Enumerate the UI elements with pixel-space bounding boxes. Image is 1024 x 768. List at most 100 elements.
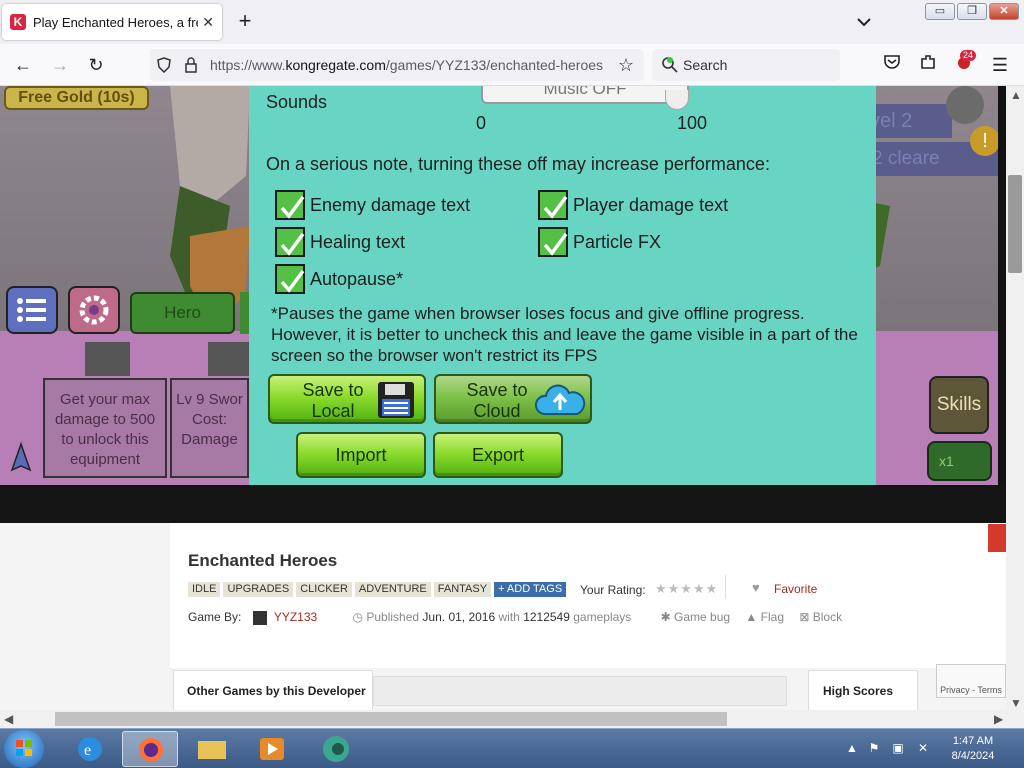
slider-max-label: 100 bbox=[677, 113, 708, 133]
tab-close-icon[interactable]: ✕ bbox=[202, 14, 214, 31]
game-info-card: Enchanted Heroes IDLE UPGRADES CLICKER A… bbox=[170, 523, 1006, 668]
skills-button[interactable]: Skills bbox=[929, 376, 989, 434]
tab-other-games[interactable]: Other Games by this Developer bbox=[173, 670, 373, 710]
tag-list: IDLE UPGRADES CLICKER ADVENTURE FANTASY … bbox=[188, 582, 567, 597]
divider bbox=[725, 575, 726, 599]
clock-icon: ◷ bbox=[352, 610, 364, 624]
tray-expand-icon[interactable]: ▲ bbox=[845, 741, 859, 755]
vertical-scrollbar-thumb[interactable] bbox=[1008, 175, 1022, 273]
add-tags-button[interactable]: + ADD TAGS bbox=[494, 582, 567, 597]
option-label: Particle FX bbox=[573, 231, 662, 252]
url-text[interactable]: https://www.kongregate.com/games/YYZ133/… bbox=[210, 57, 603, 73]
autopause-footnote: *Pauses the game when browser loses focu… bbox=[271, 304, 858, 365]
kongregate-favicon-icon: K bbox=[10, 14, 26, 30]
extensions-puzzle-icon[interactable] bbox=[915, 53, 941, 77]
tag-idle[interactable]: IDLE bbox=[188, 582, 221, 597]
heart-icon[interactable]: ♥ bbox=[752, 580, 760, 595]
search-placeholder: Search bbox=[683, 57, 728, 73]
block-icon: ⊠ bbox=[799, 610, 810, 624]
option-player-damage-text[interactable]: Player damage text bbox=[538, 190, 728, 220]
window-close-button[interactable]: ✕ bbox=[989, 3, 1019, 20]
red-corner-badge[interactable] bbox=[988, 524, 1006, 552]
upgrade-arrow-icon[interactable] bbox=[85, 342, 130, 376]
tag-adventure[interactable]: ADVENTURE bbox=[354, 582, 431, 597]
developer-avatar[interactable] bbox=[252, 610, 267, 625]
back-arrow-icon[interactable]: ← bbox=[10, 53, 36, 77]
chevron-down-icon bbox=[857, 18, 871, 27]
multiplier-button[interactable]: x1 bbox=[927, 441, 992, 481]
pocket-icon[interactable] bbox=[879, 53, 905, 77]
equipment-card-sword[interactable]: Lv 9 Swor Cost: Damage bbox=[170, 378, 249, 478]
scroll-right-icon[interactable]: ▶ bbox=[994, 712, 1003, 726]
minimize-button[interactable]: ▭ bbox=[925, 3, 955, 20]
checkbox-checked[interactable] bbox=[538, 227, 568, 257]
checkbox-checked[interactable] bbox=[275, 264, 305, 294]
game-settings-gear-icon[interactable] bbox=[68, 286, 120, 334]
block-link[interactable]: Block bbox=[813, 610, 842, 624]
equipment-card-locked[interactable]: Get your max damage to 500 to unlock thi… bbox=[43, 378, 167, 478]
free-gold-button[interactable]: Free Gold (10s) bbox=[4, 86, 149, 110]
network-icon[interactable]: ▣ bbox=[891, 741, 905, 755]
developer-link[interactable]: YYZ133 bbox=[274, 610, 317, 624]
new-tab-button[interactable]: + bbox=[233, 10, 257, 34]
import-button[interactable]: Import bbox=[296, 432, 426, 478]
bookmark-star-icon[interactable]: ☆ bbox=[613, 53, 639, 77]
internet-explorer-icon[interactable]: e bbox=[62, 731, 118, 767]
search-icon bbox=[662, 57, 678, 73]
tab-high-scores[interactable]: High Scores bbox=[808, 670, 918, 710]
music-toggle-button[interactable]: Music OFF bbox=[481, 86, 689, 104]
page-margin bbox=[0, 523, 170, 668]
option-autopause[interactable]: Autopause* bbox=[275, 264, 403, 294]
option-healing-text[interactable]: Healing text bbox=[275, 227, 405, 257]
save-to-cloud-button[interactable]: Save to Cloud bbox=[434, 374, 592, 424]
gameplays-count: 1212549 bbox=[523, 610, 570, 624]
favorite-link[interactable]: Favorite bbox=[774, 582, 817, 596]
file-explorer-icon[interactable] bbox=[184, 731, 240, 767]
list-all-tabs-button[interactable] bbox=[852, 11, 876, 33]
lock-icon[interactable] bbox=[183, 57, 199, 73]
app-icon[interactable] bbox=[308, 731, 364, 767]
flag-link[interactable]: Flag bbox=[761, 610, 784, 624]
alert-icon[interactable]: ! bbox=[970, 126, 1000, 156]
rating-stars[interactable]: ★★★★★ bbox=[655, 581, 718, 597]
tab-kongregate[interactable]: K Play Enchanted Heroes, a free o ✕ bbox=[2, 4, 222, 40]
rocket-icon[interactable] bbox=[4, 442, 38, 478]
flag-tray-icon[interactable]: ⚑ bbox=[867, 741, 881, 755]
tag-clicker[interactable]: CLICKER bbox=[296, 582, 352, 597]
sound-slider-handle[interactable] bbox=[665, 90, 689, 110]
forward-arrow-icon[interactable]: → bbox=[47, 53, 73, 77]
tag-upgrades[interactable]: UPGRADES bbox=[223, 582, 294, 597]
start-button[interactable] bbox=[4, 730, 44, 768]
checkmark-icon bbox=[543, 232, 568, 256]
menu-hamburger-icon[interactable]: ☰ bbox=[987, 53, 1013, 77]
recaptcha-badge[interactable]: Privacy - Terms bbox=[936, 664, 1006, 698]
scroll-down-icon[interactable]: ▼ bbox=[1010, 696, 1022, 710]
shield-icon[interactable] bbox=[156, 57, 172, 73]
option-particle-fx[interactable]: Particle FX bbox=[538, 227, 661, 257]
reload-icon[interactable]: ↻ bbox=[83, 53, 109, 77]
scroll-left-icon[interactable]: ◀ bbox=[4, 712, 13, 726]
checkbox-checked[interactable] bbox=[538, 190, 568, 220]
option-enemy-damage-text[interactable]: Enemy damage text bbox=[275, 190, 470, 220]
settings-gear-icon[interactable] bbox=[946, 86, 984, 124]
upgrade-arrow-icon[interactable] bbox=[208, 342, 250, 376]
sounds-label: Sounds bbox=[266, 92, 328, 112]
horizontal-scrollbar-thumb[interactable] bbox=[55, 712, 727, 726]
list-menu-icon[interactable] bbox=[6, 286, 58, 334]
checkbox-checked[interactable] bbox=[275, 190, 305, 220]
scroll-up-icon[interactable]: ▲ bbox=[1010, 88, 1022, 102]
search-bar[interactable]: Search bbox=[652, 49, 840, 81]
restore-button[interactable]: ❐ bbox=[957, 3, 987, 20]
checkbox-checked[interactable] bbox=[275, 227, 305, 257]
address-bar[interactable]: https://www.kongregate.com/games/YYZ133/… bbox=[150, 49, 644, 81]
save-to-local-button[interactable]: Save to Local bbox=[268, 374, 426, 424]
clock[interactable]: 1:47 AM 8/4/2024 bbox=[945, 734, 1001, 764]
tag-fantasy[interactable]: FANTASY bbox=[433, 582, 492, 597]
hero-tab[interactable]: Hero bbox=[130, 292, 235, 334]
volume-muted-icon[interactable]: ✕ bbox=[916, 741, 930, 755]
media-player-icon[interactable] bbox=[244, 731, 300, 767]
game-bug-link[interactable]: Game bug bbox=[674, 610, 730, 624]
game-meta-row: Game By: YYZ133 ◷ Published Jun. 01, 201… bbox=[188, 610, 843, 625]
firefox-icon[interactable] bbox=[122, 731, 178, 767]
export-button[interactable]: Export bbox=[433, 432, 563, 478]
